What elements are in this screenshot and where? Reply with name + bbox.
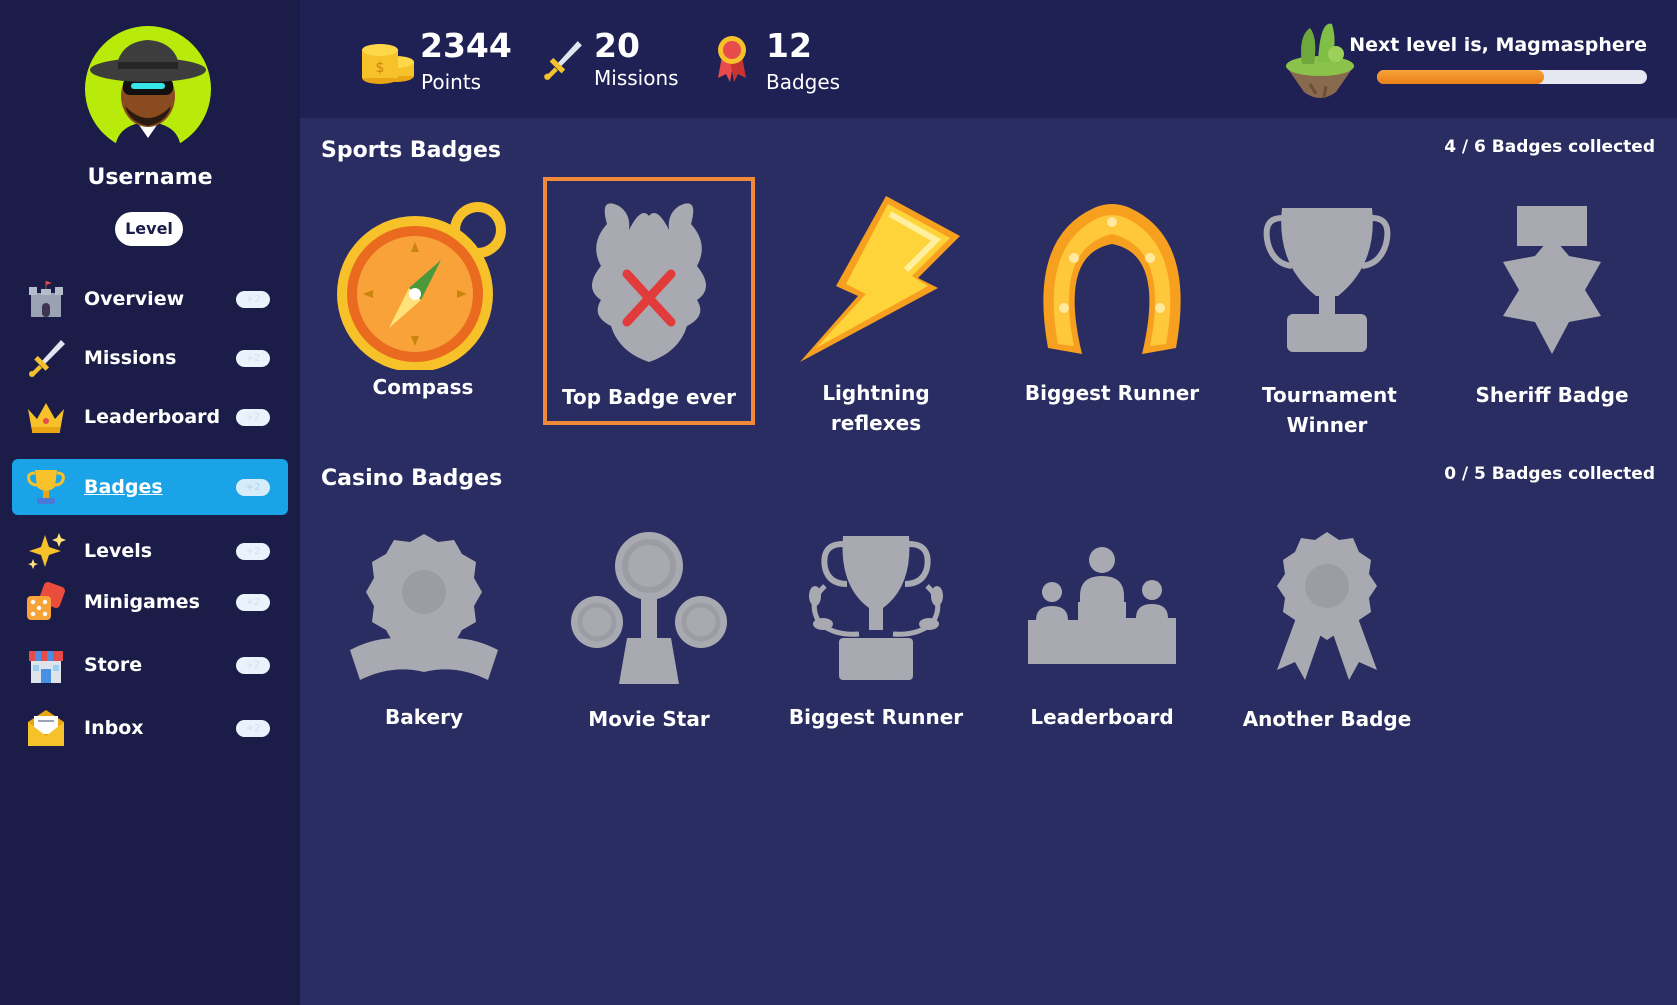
- sword-icon: [29, 340, 65, 377]
- notification-badge: +2: [236, 657, 270, 674]
- badge-label: Tournament Winner: [1262, 383, 1397, 437]
- island-icon: [1286, 23, 1354, 99]
- badge-label: Top Badge ever: [562, 385, 736, 409]
- badge-compass[interactable]: Compass: [323, 190, 523, 399]
- badge-tournament-winner[interactable]: Tournament Winner: [1227, 204, 1427, 437]
- badges-label: Badges: [766, 70, 841, 94]
- sidebar: Username Level Overview +2 Missions +2 L…: [0, 0, 300, 1005]
- badge-label: Leaderboard: [1030, 705, 1174, 729]
- sidebar-item-label: Levels: [84, 540, 153, 562]
- trophy-icon: [1263, 208, 1391, 352]
- svg-text:$: $: [376, 60, 385, 76]
- notification-badge: +2: [236, 350, 270, 367]
- sidebar-item-levels[interactable]: Levels +2: [12, 523, 288, 579]
- sidebar-item-label: Minigames: [84, 591, 200, 613]
- notification-badge: +2: [236, 409, 270, 426]
- sidebar-item-inbox[interactable]: Inbox +2: [12, 700, 288, 756]
- envelope-icon: [28, 710, 64, 746]
- sidebar-item-label: Badges: [84, 476, 163, 498]
- horseshoe-icon: [1043, 204, 1181, 354]
- notification-badge: +2: [236, 479, 270, 496]
- coins-icon: $: [362, 44, 414, 84]
- points-stat: $ 2344 Points: [358, 22, 518, 102]
- badge-biggest-runner[interactable]: Biggest Runner: [1012, 198, 1212, 405]
- sidebar-item-missions[interactable]: Missions +2: [12, 330, 288, 386]
- laurel-trophy-icon: [809, 536, 943, 680]
- badge-bakery[interactable]: Bakery: [324, 532, 524, 729]
- lightning-bolt-icon: [800, 196, 960, 362]
- badges-stat: 12 Badges: [712, 22, 862, 102]
- missions-value: 20: [594, 26, 640, 65]
- points-value: 2344: [420, 26, 512, 65]
- lion-crest-icon: [592, 203, 706, 362]
- main-content: $ 2344 Points 20 Missions 12 Badges Next…: [300, 0, 1677, 1005]
- sheriff-star-icon: [1503, 206, 1601, 354]
- notification-badge: +2: [236, 594, 270, 611]
- trophy-icon: [27, 470, 65, 504]
- badges-value: 12: [766, 26, 812, 65]
- level-progress-fill: [1377, 70, 1545, 84]
- section-title: Casino Badges: [321, 466, 503, 491]
- sidebar-item-badges[interactable]: Badges +2: [12, 459, 288, 515]
- sparkles-icon: [28, 533, 66, 569]
- points-label: Points: [421, 70, 482, 94]
- badge-label: Biggest Runner: [788, 705, 964, 729]
- sword-icon: [544, 41, 582, 80]
- badge-label: Sheriff Badge: [1475, 383, 1629, 407]
- user-avatar[interactable]: [85, 26, 211, 152]
- sidebar-item-label: Overview: [84, 288, 185, 310]
- rosette-icon: [350, 534, 498, 680]
- sidebar-item-store[interactable]: Store +2: [12, 637, 288, 693]
- username: Username: [87, 165, 213, 190]
- section-title: Sports Badges: [321, 138, 501, 163]
- castle-icon: [29, 281, 63, 317]
- notification-badge: +2: [236, 720, 270, 737]
- section-count: 0 / 5 Badges collected: [1444, 464, 1655, 484]
- stats-bar: $ 2344 Points 20 Missions 12 Badges Next…: [300, 0, 1677, 118]
- sidebar-item-minigames[interactable]: Minigames +2: [12, 574, 288, 630]
- badge-label: Biggest Runner: [1024, 381, 1200, 405]
- sidebar-item-label: Inbox: [84, 717, 144, 739]
- badge-top-badge-ever[interactable]: Top Badge ever: [549, 196, 749, 409]
- sidebar-item-overview[interactable]: Overview +2: [12, 271, 288, 327]
- notification-badge: +2: [236, 543, 270, 560]
- missions-stat: 20 Missions: [538, 22, 688, 102]
- next-level-text: Next level is, Magmasphere: [1349, 34, 1647, 56]
- dice-icon: [27, 582, 65, 620]
- missions-label: Missions: [594, 66, 679, 90]
- badge-label: Bakery: [385, 705, 463, 729]
- notification-badge: +2: [236, 291, 270, 308]
- section-count: 4 / 6 Badges collected: [1444, 137, 1655, 157]
- badge-another-badge[interactable]: Another Badge: [1227, 530, 1427, 731]
- badge-sheriff-badge[interactable]: Sheriff Badge: [1452, 204, 1652, 407]
- sidebar-item-label: Leaderboard: [84, 406, 221, 428]
- sidebar-item-label: Store: [84, 654, 143, 676]
- podium-icon: [1028, 547, 1176, 664]
- sidebar-item-label: Missions: [84, 347, 177, 369]
- badge-movie-star[interactable]: Movie Star: [549, 530, 749, 731]
- badge-leaderboard[interactable]: Leaderboard: [1002, 546, 1202, 729]
- badge-biggest-runner-casino[interactable]: Biggest Runner: [776, 532, 976, 729]
- medal-icon: [718, 36, 746, 82]
- sidebar-item-leaderboard[interactable]: Leaderboard +2: [12, 389, 288, 445]
- badge-lightning-reflexes[interactable]: Lightning reflexes: [776, 192, 976, 435]
- award-ribbon-icon: [1277, 532, 1377, 680]
- badge-label: Lightning reflexes: [822, 381, 930, 435]
- compass-icon: [337, 202, 506, 370]
- level-progress-bar: [1377, 70, 1647, 84]
- crown-icon: [28, 403, 64, 433]
- film-reel-icon: [571, 532, 727, 684]
- level-pill[interactable]: Level: [115, 212, 183, 246]
- badge-label: Compass: [372, 375, 474, 399]
- badge-label: Movie Star: [588, 707, 710, 731]
- store-icon: [29, 651, 63, 683]
- badge-label: Another Badge: [1242, 707, 1412, 731]
